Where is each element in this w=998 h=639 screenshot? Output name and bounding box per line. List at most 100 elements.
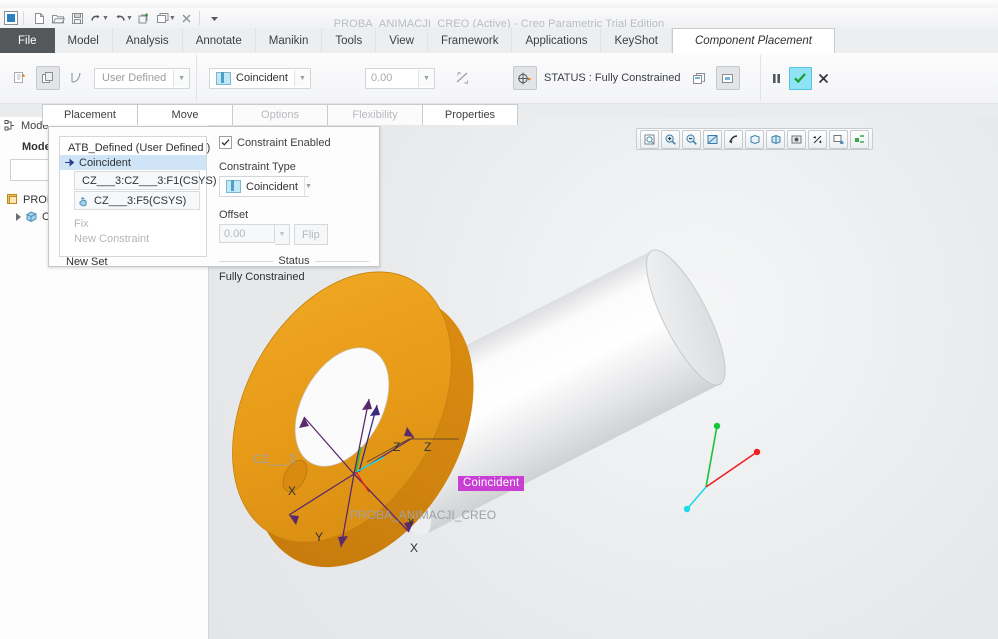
save-disk-icon[interactable] [69,10,85,26]
close-window-icon[interactable] [179,10,195,26]
refit-icon[interactable] [640,130,659,149]
quick-access-toolbar: PROBA_ANIMACJI_CREO (Active) - Creo Para… [0,8,998,28]
ribbon-tab-keyshot[interactable]: KeyShot [601,28,671,53]
constraint-reference-1[interactable]: CZ___3:CZ___3:F1(CSYS) [74,171,200,190]
panel-constraint-type-combo[interactable]: Coincident ▼ [219,176,309,197]
ribbon-tab-view[interactable]: View [376,28,428,53]
spin-center-icon[interactable] [724,130,743,149]
constraint-tree: ATB_Defined (User Defined ) Coincident C… [59,136,207,257]
constraint-set-coincident[interactable]: Coincident [60,155,206,170]
datum-display-icon[interactable] [808,130,827,149]
placement-type-combo[interactable]: User Defined ▼ [94,68,190,89]
placement-status-icon[interactable] [513,66,537,90]
ribbon-tab-tools[interactable]: Tools [322,28,376,53]
creo-app-icon[interactable] [3,10,19,26]
csys-label-b: PROBA_ANIMACJI_CREO [350,508,496,522]
separate-window-icon[interactable] [688,66,712,90]
constraint-enabled-row[interactable]: Constraint Enabled [219,136,369,149]
constraint-set-label: Coincident [79,157,131,169]
interface-placement-icon[interactable] [36,66,60,90]
dashboard-actions [761,53,840,103]
panel-constraint-type-caret-icon[interactable]: ▼ [304,177,312,196]
ribbon-tab-applications[interactable]: Applications [512,28,601,53]
customize-caret-icon[interactable] [207,10,223,26]
offset-caret-icon[interactable]: ▼ [418,70,434,87]
constraint-type-combo[interactable]: Coincident ▼ [209,68,311,89]
switch-window-icon[interactable] [155,10,171,26]
placement-slide-up-panel: ATB_Defined (User Defined ) Coincident C… [48,126,380,267]
display-style-icon[interactable] [745,130,764,149]
constraint-type-value-wrap: Coincident [210,72,294,85]
subtab-placement[interactable]: Placement [42,104,138,125]
constraint-type-caret-icon[interactable]: ▼ [294,70,310,87]
annotation-display-icon[interactable] [829,130,848,149]
zoom-in-icon[interactable] [661,130,680,149]
placement-type-group: User Defined ▼ [0,53,196,103]
status-group: STATUS : Fully Constrained [505,53,748,103]
manual-placement-icon[interactable] [8,66,32,90]
axis-label-y2: Y [315,530,323,544]
ribbon-tab-manikin[interactable]: Manikin [256,28,323,53]
axis-label-z1: Z [424,440,431,454]
ribbon-tab-bar: File Model Analysis Annotate Manikin Too… [0,28,998,54]
offset-group: 0.00 ▼ [359,53,483,103]
component-placement-dashboard: User Defined ▼ Coincident ▼ 0.00 ▼ [0,53,998,104]
flip-button: Flip [294,224,328,245]
connection-icon[interactable] [64,66,88,90]
saved-orientations-icon[interactable] [787,130,806,149]
constraint-type-group: Coincident ▼ [197,53,317,103]
constraint-enabled-checkbox[interactable] [219,136,232,149]
undo-arrow-icon[interactable] [88,10,104,26]
constraint-enabled-label: Constraint Enabled [237,137,331,149]
expand-triangle-icon[interactable] [16,213,21,221]
flip-constraint-icon[interactable] [451,66,475,90]
explode-view-icon[interactable] [850,130,869,149]
pause-button[interactable] [767,68,787,89]
coincident-constraint-tag[interactable]: Coincident [458,476,524,491]
panel-offset-input: 0.00 [219,224,275,243]
redo-arrow-icon[interactable] [112,10,128,26]
ribbon-tab-filler [835,28,998,53]
open-folder-icon[interactable] [50,10,66,26]
creo-application-window: PROBA_ANIMACJI_CREO (Active) - Creo Para… [0,0,998,639]
placement-status-value: Fully Constrained [219,271,369,283]
ribbon-tab-component-placement[interactable]: Component Placement [672,28,835,54]
shaded-closed-icon[interactable] [766,130,785,149]
placement-type-value: User Defined [95,72,173,84]
model-tree-icon [4,119,17,132]
placement-type-caret-icon[interactable]: ▼ [173,70,189,87]
offset-label: Offset [219,209,369,221]
qat-divider [23,11,24,25]
ribbon-tab-framework[interactable]: Framework [428,28,513,53]
cancel-button[interactable] [814,68,834,89]
repaint-icon[interactable] [703,130,722,149]
ribbon-tab-analysis[interactable]: Analysis [113,28,183,53]
regenerate-icon[interactable] [136,10,152,26]
offset-combo[interactable]: 0.00 ▼ [365,68,435,89]
checkmark-icon [221,138,230,147]
offset-input[interactable]: 0.00 [366,70,418,87]
panel-coincident-icon [226,180,241,193]
accept-button[interactable] [789,67,812,90]
ribbon-tab-model[interactable]: Model [55,28,113,53]
constraint-type-value: Coincident [236,72,288,84]
subtab-properties[interactable]: Properties [422,104,518,125]
new-document-icon[interactable] [31,10,47,26]
zoom-out-icon[interactable] [682,130,701,149]
ribbon-tab-annotate[interactable]: Annotate [183,28,256,53]
main-window-icon[interactable] [716,66,740,90]
assembly-icon [6,193,19,206]
constraint-tree-root[interactable]: ATB_Defined (User Defined ) [60,140,206,155]
panel-offset-caret-icon: ▼ [275,224,290,245]
constraint-reference-2-label: CZ___3:F5(CSYS) [94,195,186,207]
subtab-move[interactable]: Move [137,104,233,125]
constraint-arrow-icon [64,158,75,167]
tree-item-new-set[interactable]: New Set [60,256,206,268]
offset-row: 0.00 ▼ Flip [219,224,369,245]
axis-label-x2: X [410,541,418,555]
tree-item-fix: Fix [60,216,206,231]
status-rule-left [219,261,273,262]
ribbon-tab-file[interactable]: File [0,28,55,53]
constraint-properties: Constraint Enabled Constraint Type Coinc… [219,136,369,257]
constraint-reference-2[interactable]: CZ___3:F5(CSYS) [74,191,200,210]
